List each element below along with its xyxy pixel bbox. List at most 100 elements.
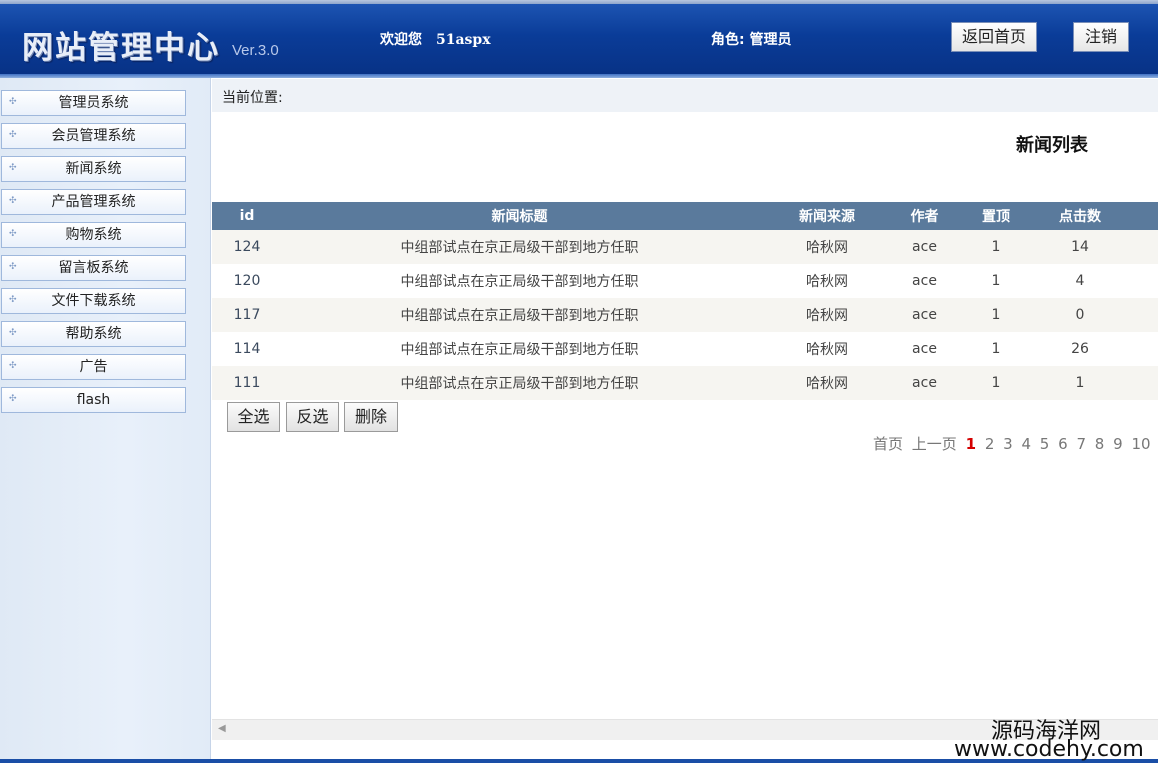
logout-button[interactable]: 注销: [1073, 22, 1129, 52]
cell-id: 120: [212, 264, 282, 298]
sidebar-item-label: 会员管理系统: [51, 128, 136, 144]
version-label: Ver.3.0: [232, 42, 279, 59]
pager-page-link[interactable]: 9: [1113, 435, 1123, 453]
sidebar-item-label: 广告: [79, 359, 108, 375]
cell-extra: [1120, 366, 1158, 400]
column-header-top[interactable]: 置顶: [952, 202, 1040, 230]
sidebar: ✣ 管理员系统 ✣ 会员管理系统 ✣ 新闻系统 ✣ 产品管理系统 ✣ 购物系统 …: [0, 78, 211, 759]
cell-author: ace: [897, 332, 952, 366]
column-header-clicks[interactable]: 点击数: [1040, 202, 1120, 230]
sidebar-item-products[interactable]: ✣ 产品管理系统: [1, 189, 186, 215]
breadcrumb-bar: 当前位置:: [212, 79, 1158, 112]
cell-id: 114: [212, 332, 282, 366]
sidebar-item-downloads[interactable]: ✣ 文件下载系统: [1, 288, 186, 314]
bullet-icon: ✣: [9, 229, 17, 239]
column-header-id[interactable]: id: [212, 202, 282, 230]
sidebar-item-flash[interactable]: ✣ flash: [1, 387, 186, 413]
cell-top: 1: [952, 332, 1040, 366]
cell-title[interactable]: 中组部试点在京正局级干部到地方任职: [282, 264, 757, 298]
column-header-extra: [1120, 202, 1158, 230]
cell-clicks: 14: [1040, 230, 1120, 264]
sidebar-item-ads[interactable]: ✣ 广告: [1, 354, 186, 380]
sidebar-item-news[interactable]: ✣ 新闻系统: [1, 156, 186, 182]
table-row[interactable]: 117 中组部试点在京正局级干部到地方任职 哈秋网 ace 1 0: [212, 298, 1158, 332]
pager-page-link[interactable]: 5: [1040, 435, 1050, 453]
news-table: id 新闻标题 新闻来源 作者 置顶 点击数 124 中组部试点在京正局级干部到…: [212, 202, 1158, 400]
column-header-title[interactable]: 新闻标题: [282, 202, 757, 230]
site-logo: 网站管理中心: [22, 30, 220, 66]
sidebar-item-label: 文件下载系统: [51, 293, 136, 309]
sidebar-item-label: 管理员系统: [58, 95, 129, 111]
bullet-icon: ✣: [9, 97, 17, 107]
pager-prev-link[interactable]: 上一页: [912, 435, 957, 453]
sidebar-item-members[interactable]: ✣ 会员管理系统: [1, 123, 186, 149]
cell-clicks: 26: [1040, 332, 1120, 366]
pager-current-page: 1: [965, 435, 977, 453]
sidebar-item-guestbook[interactable]: ✣ 留言板系统: [1, 255, 186, 281]
scroll-left-arrow-icon[interactable]: ◀: [218, 723, 226, 734]
cell-source: 哈秋网: [757, 264, 897, 298]
bullet-icon: ✣: [9, 361, 17, 371]
sidebar-item-admin[interactable]: ✣ 管理员系统: [1, 90, 186, 116]
cell-author: ace: [897, 298, 952, 332]
role-label: 角色: 管理员: [711, 32, 792, 48]
sidebar-item-label: 帮助系统: [65, 326, 122, 342]
sidebar-item-label: flash: [76, 392, 111, 408]
cell-title[interactable]: 中组部试点在京正局级干部到地方任职: [282, 332, 757, 366]
cell-id: 111: [212, 366, 282, 400]
cell-top: 1: [952, 298, 1040, 332]
cell-author: ace: [897, 366, 952, 400]
column-header-author[interactable]: 作者: [897, 202, 952, 230]
cell-clicks: 4: [1040, 264, 1120, 298]
sidebar-item-shopping[interactable]: ✣ 购物系统: [1, 222, 186, 248]
table-row[interactable]: 120 中组部试点在京正局级干部到地方任职 哈秋网 ace 1 4: [212, 264, 1158, 298]
cell-title[interactable]: 中组部试点在京正局级干部到地方任职: [282, 366, 757, 400]
table-header-row: id 新闻标题 新闻来源 作者 置顶 点击数: [212, 202, 1158, 230]
sidebar-item-help[interactable]: ✣ 帮助系统: [1, 321, 186, 347]
cell-clicks: 0: [1040, 298, 1120, 332]
bullet-icon: ✣: [9, 196, 17, 206]
cell-source: 哈秋网: [757, 366, 897, 400]
pager-page-link[interactable]: 6: [1058, 435, 1068, 453]
sidebar-item-label: 新闻系统: [65, 161, 122, 177]
page-title: 新闻列表: [1016, 135, 1088, 156]
table-row[interactable]: 111 中组部试点在京正局级干部到地方任职 哈秋网 ace 1 1: [212, 366, 1158, 400]
pager-first-link[interactable]: 首页: [873, 435, 903, 453]
username: 51aspx: [436, 32, 491, 48]
bullet-icon: ✣: [9, 262, 17, 272]
delete-button[interactable]: 删除: [344, 402, 398, 432]
pager-page-link[interactable]: 7: [1076, 435, 1086, 453]
pager-page-link[interactable]: 3: [1003, 435, 1013, 453]
welcome-label: 欢迎您: [380, 32, 422, 48]
cell-extra: [1120, 298, 1158, 332]
cell-id: 124: [212, 230, 282, 264]
welcome-text: 欢迎您 51aspx: [380, 29, 491, 49]
cell-title[interactable]: 中组部试点在京正局级干部到地方任职: [282, 298, 757, 332]
home-button[interactable]: 返回首页: [951, 22, 1037, 52]
column-header-source[interactable]: 新闻来源: [757, 202, 897, 230]
invert-selection-button[interactable]: 反选: [286, 402, 339, 432]
pager-page-link[interactable]: 2: [985, 435, 995, 453]
pager-page-link[interactable]: 4: [1021, 435, 1031, 453]
sidebar-item-label: 留言板系统: [58, 260, 129, 276]
header: 网站管理中心 Ver.3.0 欢迎您 51aspx 角色: 管理员 返回首页 注销: [0, 4, 1158, 74]
cell-extra: [1120, 230, 1158, 264]
table-row[interactable]: 114 中组部试点在京正局级干部到地方任职 哈秋网 ace 1 26: [212, 332, 1158, 366]
bullet-icon: ✣: [9, 130, 17, 140]
cell-id: 117: [212, 298, 282, 332]
bullet-icon: ✣: [9, 295, 17, 305]
bullet-icon: ✣: [9, 163, 17, 173]
cell-extra: [1120, 332, 1158, 366]
pager-page-link[interactable]: 10: [1131, 435, 1150, 453]
bullet-icon: ✣: [9, 394, 17, 404]
cell-top: 1: [952, 230, 1040, 264]
bullet-icon: ✣: [9, 328, 17, 338]
pagination: 首页 上一页 1 2 3 4 5 6 7 8 9 10 ... 下: [873, 433, 1158, 454]
cell-title[interactable]: 中组部试点在京正局级干部到地方任职: [282, 230, 757, 264]
table-row[interactable]: 124 中组部试点在京正局级干部到地方任职 哈秋网 ace 1 14: [212, 230, 1158, 264]
breadcrumb: 当前位置:: [222, 90, 283, 106]
cell-author: ace: [897, 230, 952, 264]
pager-page-link[interactable]: 8: [1095, 435, 1105, 453]
select-all-button[interactable]: 全选: [227, 402, 280, 432]
cell-author: ace: [897, 264, 952, 298]
